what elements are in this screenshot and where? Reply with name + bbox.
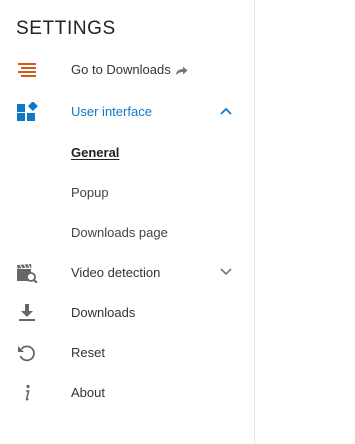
menu-item-label: Reset [71,345,105,360]
menu-item-go-to-downloads[interactable]: Go to Downloads [0,50,254,90]
submenu-item-general[interactable]: General [0,133,254,173]
menu-item-label: Go to Downloads [71,62,188,77]
external-arrow-icon [175,66,188,75]
chevron-up-icon [220,107,232,115]
menu-item-label: User interface [71,104,152,119]
submenu-item-label: Popup [71,185,109,200]
menu-item-about[interactable]: About [0,373,254,413]
menu-item-reset[interactable]: Reset [0,333,254,373]
menu-item-label: Video detection [71,265,161,280]
chevron-down-icon [220,268,232,276]
reset-icon [18,345,35,362]
menu-item-label: About [71,385,105,400]
submenu-item-downloads-page[interactable]: Downloads page [0,213,254,253]
list-lines-icon [18,63,36,77]
submenu-item-label: Downloads page [71,225,168,240]
submenu-item-label: General [71,145,120,160]
menu-item-video-detection[interactable]: Video detection [0,253,254,293]
settings-sidebar: SETTINGS Go to Downloads User interface … [0,0,254,444]
video-search-icon [17,263,38,283]
dashboard-icon [17,102,38,121]
download-icon [19,304,35,321]
menu-item-user-interface[interactable]: User interface [0,92,254,132]
menu-item-label: Downloads [71,305,136,320]
settings-title: SETTINGS [16,18,116,39]
submenu-item-popup[interactable]: Popup [0,173,254,213]
settings-content-area [255,0,355,444]
info-icon [25,384,30,401]
menu-item-downloads[interactable]: Downloads [0,293,254,333]
